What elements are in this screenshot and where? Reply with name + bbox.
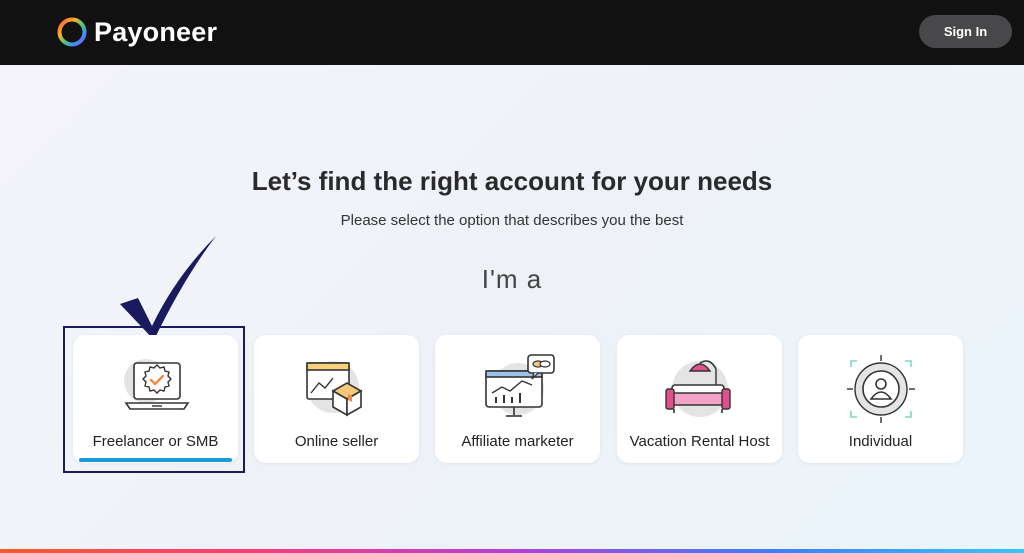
- option-card-vacation-rental-host[interactable]: Vacation Rental Host: [617, 335, 782, 463]
- option-card-online-seller[interactable]: Online seller: [254, 335, 419, 463]
- payoneer-ring-logo-icon: [57, 17, 87, 47]
- option-label: Online seller: [294, 433, 379, 450]
- page-subtitle: Please select the option that describes …: [340, 212, 684, 229]
- sign-in-button[interactable]: Sign In: [919, 15, 1012, 48]
- monitor-chart-icon: [435, 353, 600, 423]
- option-label: Freelancer or SMB: [92, 433, 219, 450]
- bottom-gradient-bar: [0, 549, 1024, 553]
- option-card-affiliate-marketer[interactable]: Affiliate marketer: [435, 335, 600, 463]
- option-card-individual[interactable]: Individual: [798, 335, 963, 463]
- option-card-freelancer-or-smb[interactable]: Freelancer or SMB: [73, 335, 238, 463]
- option-label: Individual: [848, 433, 913, 450]
- option-label: Affiliate marketer: [461, 433, 574, 450]
- payoneer-logo[interactable]: Payoneer: [56, 15, 217, 49]
- selected-indicator: [79, 458, 232, 462]
- page-title: Let’s find the right account for your ne…: [251, 166, 773, 196]
- box-listing-icon: [254, 353, 419, 423]
- person-target-icon: [798, 353, 963, 423]
- brand-name: Payoneer: [94, 16, 218, 47]
- top-navigation-bar: Payoneer Sign In: [0, 0, 1024, 65]
- option-label: Vacation Rental Host: [629, 433, 770, 450]
- laptop-badge-icon: [73, 353, 238, 423]
- couch-lamp-icon: [617, 353, 782, 423]
